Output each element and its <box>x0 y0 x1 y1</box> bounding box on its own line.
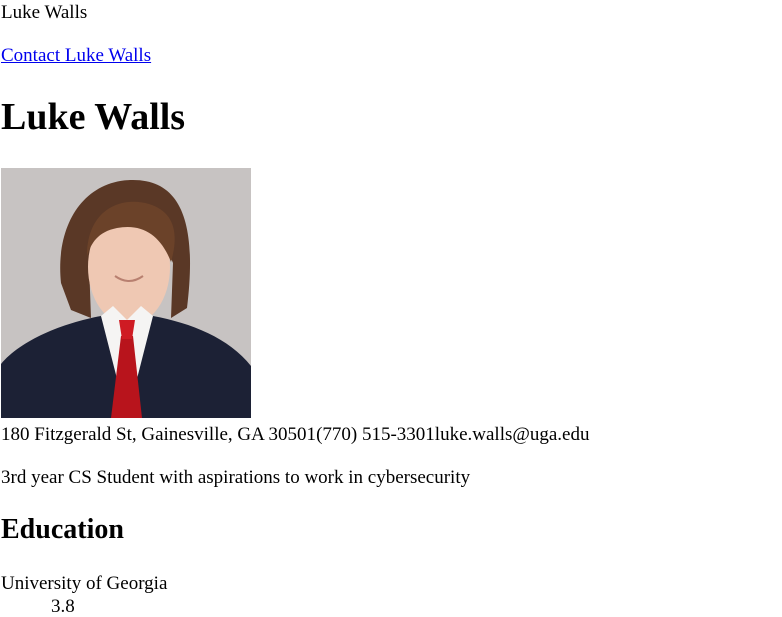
profile-summary: 3rd year CS Student with aspirations to … <box>1 467 471 488</box>
contact-info: 180 Fitzgerald St, Gainesville, GA 30501… <box>1 424 589 447</box>
address-text: 180 Fitzgerald St, Gainesville, GA 30501 <box>1 424 317 445</box>
resume-page: Luke Walls Contact Luke Walls Luke Walls… <box>0 0 782 617</box>
education-heading: Education <box>1 514 124 545</box>
phone-text: (770) 515-3301 <box>316 424 435 445</box>
gpa-value: 3.8 <box>51 596 75 617</box>
profile-photo <box>1 168 251 418</box>
page-title: Luke Walls <box>1 96 186 138</box>
site-name: Luke Walls <box>1 2 88 23</box>
contact-link[interactable]: Contact Luke Walls <box>1 45 151 68</box>
school-name: University of Georgia <box>1 573 168 594</box>
email-text: luke.walls@uga.edu <box>434 424 590 445</box>
